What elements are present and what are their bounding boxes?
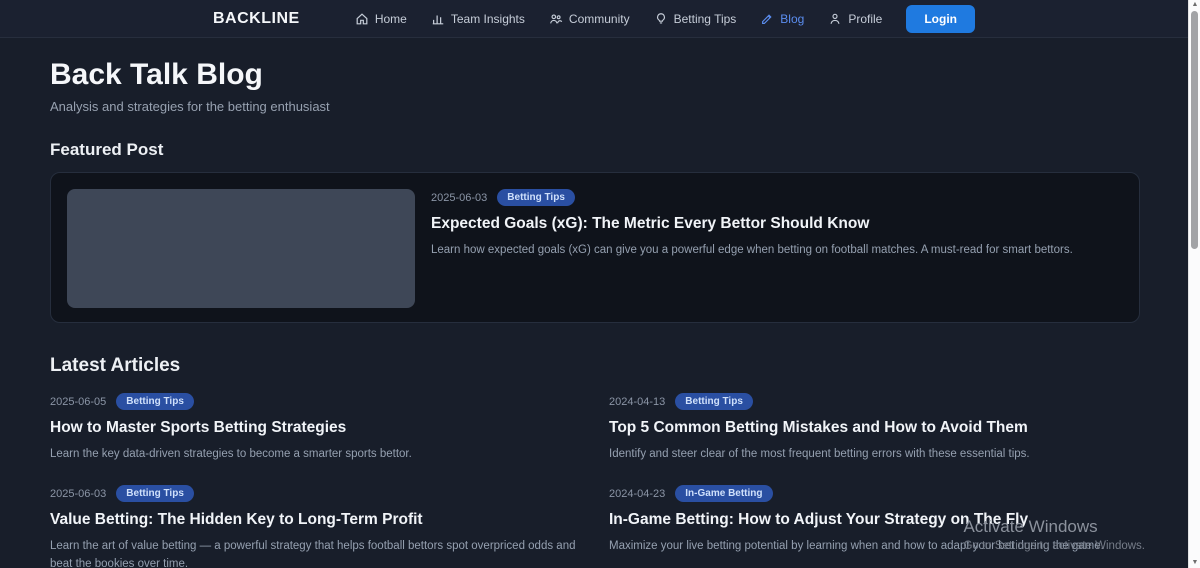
category-badge: Betting Tips (497, 189, 575, 206)
category-badge: In-Game Betting (675, 485, 772, 502)
article-excerpt: Identify and steer clear of the most fre… (609, 446, 1150, 463)
page-subtitle: Analysis and strategies for the betting … (50, 99, 1150, 114)
nav-item-label: Betting Tips (674, 12, 737, 26)
nav-item-home[interactable]: Home (355, 12, 407, 26)
vertical-scrollbar[interactable]: ▲ ▼ (1188, 0, 1200, 568)
article-excerpt: Maximize your live betting potential by … (609, 538, 1150, 555)
nav-item-community[interactable]: Community (549, 12, 630, 26)
articles-grid: 2025-06-05 Betting Tips How to Master Sp… (50, 393, 1150, 568)
category-badge: Betting Tips (116, 393, 194, 410)
article-title: Value Betting: The Hidden Key to Long-Te… (50, 511, 591, 529)
brand-logo: BACKLINE (213, 10, 300, 28)
article-title: How to Master Sports Betting Strategies (50, 419, 591, 437)
article-item[interactable]: 2025-06-05 Betting Tips How to Master Sp… (50, 393, 591, 463)
article-item[interactable]: 2024-04-13 Betting Tips Top 5 Common Bet… (609, 393, 1150, 463)
article-excerpt: Learn the key data-driven strategies to … (50, 446, 591, 463)
featured-post-date: 2025-06-03 (431, 192, 487, 204)
navbar-inner: BACKLINE Home Team Insights Community Be… (213, 5, 975, 33)
pen-icon (760, 12, 774, 26)
lightbulb-icon (654, 12, 668, 26)
scrollbar-thumb[interactable] (1191, 11, 1198, 249)
featured-post-card[interactable]: 2025-06-03 Betting Tips Expected Goals (… (50, 172, 1140, 323)
bar-chart-icon (431, 12, 445, 26)
nav-item-blog[interactable]: Blog (760, 12, 804, 26)
scrollbar-down-arrow-icon[interactable]: ▼ (1189, 558, 1200, 568)
article-excerpt: Learn the art of value betting — a power… (50, 538, 591, 568)
category-badge: Betting Tips (116, 485, 194, 502)
nav-item-label: Blog (780, 12, 804, 26)
article-date: 2025-06-03 (50, 488, 106, 500)
login-button[interactable]: Login (906, 5, 975, 33)
article-meta-row: 2025-06-03 Betting Tips (50, 485, 591, 502)
article-meta-row: 2025-06-05 Betting Tips (50, 393, 591, 410)
featured-post-title: Expected Goals (xG): The Metric Every Be… (431, 215, 1073, 233)
scrollbar-up-arrow-icon[interactable]: ▲ (1189, 0, 1200, 10)
article-item[interactable]: 2025-06-03 Betting Tips Value Betting: T… (50, 485, 591, 568)
featured-post-heading: Featured Post (50, 140, 1150, 160)
hero-section: Back Talk Blog Analysis and strategies f… (0, 38, 1200, 114)
article-title: Top 5 Common Betting Mistakes and How to… (609, 419, 1150, 437)
people-icon (549, 12, 563, 26)
featured-post-image-placeholder (67, 189, 415, 308)
featured-post-excerpt: Learn how expected goals (xG) can give y… (431, 242, 1073, 259)
article-meta-row: 2024-04-13 Betting Tips (609, 393, 1150, 410)
article-meta-row: 2024-04-23 In-Game Betting (609, 485, 1150, 502)
nav-item-team-insights[interactable]: Team Insights (431, 12, 525, 26)
article-date: 2025-06-05 (50, 396, 106, 408)
person-icon (828, 12, 842, 26)
article-date: 2024-04-13 (609, 396, 665, 408)
main-nav: Home Team Insights Community Betting Tip… (355, 5, 975, 33)
nav-item-label: Home (375, 12, 407, 26)
nav-item-label: Team Insights (451, 12, 525, 26)
article-date: 2024-04-23 (609, 488, 665, 500)
nav-item-profile[interactable]: Profile (828, 12, 882, 26)
nav-item-label: Profile (848, 12, 882, 26)
page-title: Back Talk Blog (50, 58, 1150, 92)
latest-articles-heading: Latest Articles (50, 355, 1150, 377)
category-badge: Betting Tips (675, 393, 753, 410)
featured-meta-row: 2025-06-03 Betting Tips (431, 189, 1073, 206)
top-navbar: BACKLINE Home Team Insights Community Be… (0, 0, 1188, 38)
home-icon (355, 12, 369, 26)
article-item[interactable]: 2024-04-23 In-Game Betting In-Game Betti… (609, 485, 1150, 568)
nav-item-betting-tips[interactable]: Betting Tips (654, 12, 737, 26)
nav-item-label: Community (569, 12, 630, 26)
featured-post-body: 2025-06-03 Betting Tips Expected Goals (… (431, 189, 1073, 306)
article-title: In-Game Betting: How to Adjust Your Stra… (609, 511, 1150, 529)
